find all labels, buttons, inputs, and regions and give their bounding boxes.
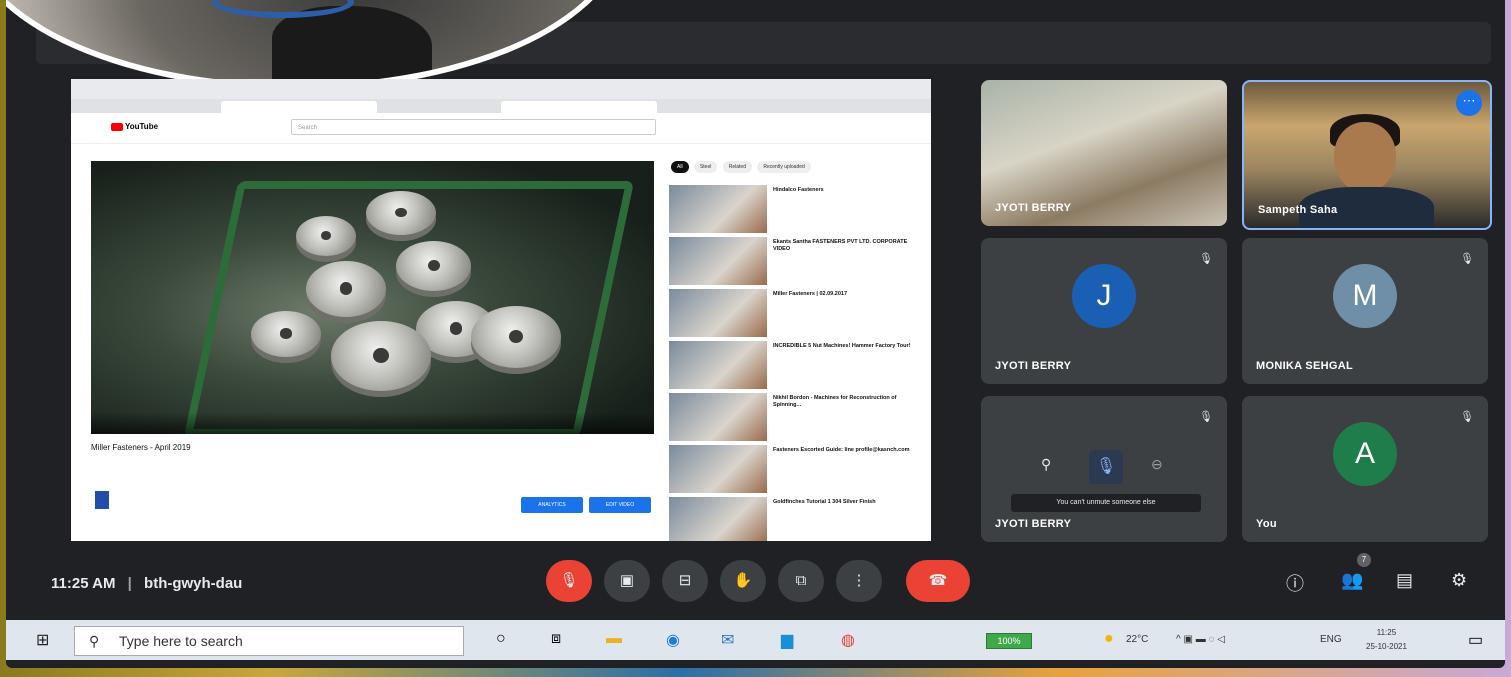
taskbar-search-input[interactable]: ⚲ Type here to search [74,626,464,656]
participant-tile[interactable]: 🎙 ⚲ 🎙 ⊖ You can't unmute someone else JY… [981,396,1227,542]
related-video[interactable]: Nikhil Bordon - Machines for Reconstruct… [669,393,924,443]
participant-name: Sampeth Saha [1258,204,1338,216]
browser-tab[interactable] [221,101,377,113]
mic-off-icon: 🎙 [1460,253,1474,265]
avatar: J [1072,264,1136,329]
browser-tabs [71,99,931,113]
remove-icon[interactable]: ⊖ [1151,456,1163,473]
app-icon[interactable]: ▆ [781,630,793,650]
related-video[interactable]: Miller Fasteners | 02.09.2017 [669,289,924,339]
video-player[interactable] [91,161,654,434]
edit-video-button[interactable]: EDIT VIDEO [589,497,651,513]
language-indicator[interactable]: ENG [1320,634,1342,645]
notifications-icon[interactable]: ▭ [1468,630,1483,650]
participant-tile[interactable]: 🎙 J JYOTI BERRY [981,238,1227,384]
mail-icon[interactable]: ✉ [721,630,734,650]
pin-icon[interactable]: ⚲ [1041,456,1051,473]
activities-icon[interactable]: ⚙ [1451,570,1467,591]
avatar: A [1333,422,1397,487]
more-options-icon[interactable]: ⋯ [1456,90,1482,116]
temperature[interactable]: 22°C [1126,634,1148,645]
chip-related[interactable]: Related [722,161,752,173]
browser-tab[interactable] [501,101,657,113]
youtube-logo[interactable]: YouTube [111,122,158,131]
meeting-info: 11:25 AM | bth-gwyh-dau [51,575,243,592]
mic-off-icon: 🎙 [1199,253,1213,265]
participant-tile[interactable]: JYOTI BERRY [981,80,1227,226]
end-call-button[interactable]: ☎ [906,560,970,602]
meeting-code: bth-gwyh-dau [144,575,243,592]
chrome-icon[interactable]: ◍ [841,630,855,650]
youtube-search-input[interactable]: Search [291,119,656,135]
cortana-icon[interactable]: ○ [496,630,506,648]
video-title: Miller Fasteners - April 2019 [91,443,191,452]
search-icon: ⚲ [89,633,100,649]
camera-icon: ▣ [619,572,635,589]
meet-window: YouTube Search Miller Fasteners - April … [6,0,1505,668]
shared-screen: YouTube Search Miller Fasteners - April … [71,79,931,541]
more-options-icon: ⋮ [851,572,867,589]
tooltip: You can't unmute someone else [1011,494,1201,512]
chip-all[interactable]: All [671,161,689,173]
participant-name: MONIKA SEHGAL [1256,360,1353,372]
related-video[interactable]: Goldfinches Tutorial 1 304 Silver Finish [669,497,924,541]
youtube-header: YouTube Search [71,113,931,144]
video-controls[interactable] [91,412,654,434]
participant-name: You [1256,518,1277,530]
tray-icons[interactable]: ^ ▣ ▬ ◌ ◁ [1176,634,1225,645]
captions-button[interactable]: ⊟ [662,560,708,602]
participant-tile[interactable]: 🎙 A You [1242,396,1488,542]
channel-row: ANALYTICS EDIT VIDEO [91,487,654,537]
mic-off-icon: 🎙 [1460,411,1474,423]
present-button[interactable]: ⧉ [778,560,824,602]
chat-icon[interactable]: ▤ [1396,570,1413,591]
meeting-time: 11:25 AM [51,575,116,592]
captions-icon: ⊟ [678,572,692,589]
file-explorer-icon[interactable]: ▬ [606,630,622,648]
raise-hand-icon: ✋ [733,572,753,589]
battery-indicator[interactable]: 100% [986,633,1032,649]
avatar: M [1333,264,1397,329]
mic-off-icon: 🎙 [1199,411,1213,423]
mic-off-icon: 🎙 [559,572,579,589]
participant-tile[interactable]: 🎙 M MONIKA SEHGAL [1242,238,1488,384]
windows-taskbar: ⊞ ⚲ Type here to search ○ ⧈ ▬ ◉ ✉ ▆ ◍ 10… [6,620,1505,660]
participant-name: JYOTI BERRY [995,518,1072,530]
filter-chips: All Steel Related Recently uploaded [671,161,815,173]
browser-titlebar [71,79,931,99]
mute-icon[interactable]: 🎙 [1089,450,1123,484]
clock[interactable]: 11:25 25-10-2021 [1366,626,1407,654]
channel-avatar[interactable] [95,491,109,509]
related-video[interactable]: Ekants Santha FASTENERS PVT LTD. CORPORA… [669,237,924,287]
info-icon[interactable]: ⓘ [1286,570,1304,596]
end-call-icon: ☎ [928,572,948,589]
analytics-button[interactable]: ANALYTICS [521,497,583,513]
people-icon[interactable]: 👥 [1341,570,1363,591]
related-video[interactable]: Fasteners Escorted Guide: line profile@k… [669,445,924,495]
task-view-icon[interactable]: ⧈ [551,630,561,648]
present-icon: ⧉ [795,572,807,589]
related-video[interactable]: INCREDIBLE 5 Nut Machines! Hammer Factor… [669,341,924,391]
windows-start-icon[interactable]: ⊞ [36,630,49,650]
participant-name: JYOTI BERRY [995,360,1072,372]
camera-button[interactable]: ▣ [604,560,650,602]
more-options-button[interactable]: ⋮ [836,560,882,602]
participant-tile[interactable]: ⋯ Sampeth Saha [1242,80,1492,230]
edge-icon[interactable]: ◉ [666,630,680,650]
weather-icon[interactable]: ● [1104,630,1114,648]
mic-off-button[interactable]: 🎙 [546,560,592,602]
related-video[interactable]: Hindalco Fasteners [669,185,924,235]
chip-recent[interactable]: Recently uploaded [757,161,811,173]
people-count-badge: 7 [1357,553,1371,567]
chip-steel[interactable]: Steel [693,161,718,173]
raise-hand-button[interactable]: ✋ [720,560,766,602]
participant-name: JYOTI BERRY [995,202,1072,214]
